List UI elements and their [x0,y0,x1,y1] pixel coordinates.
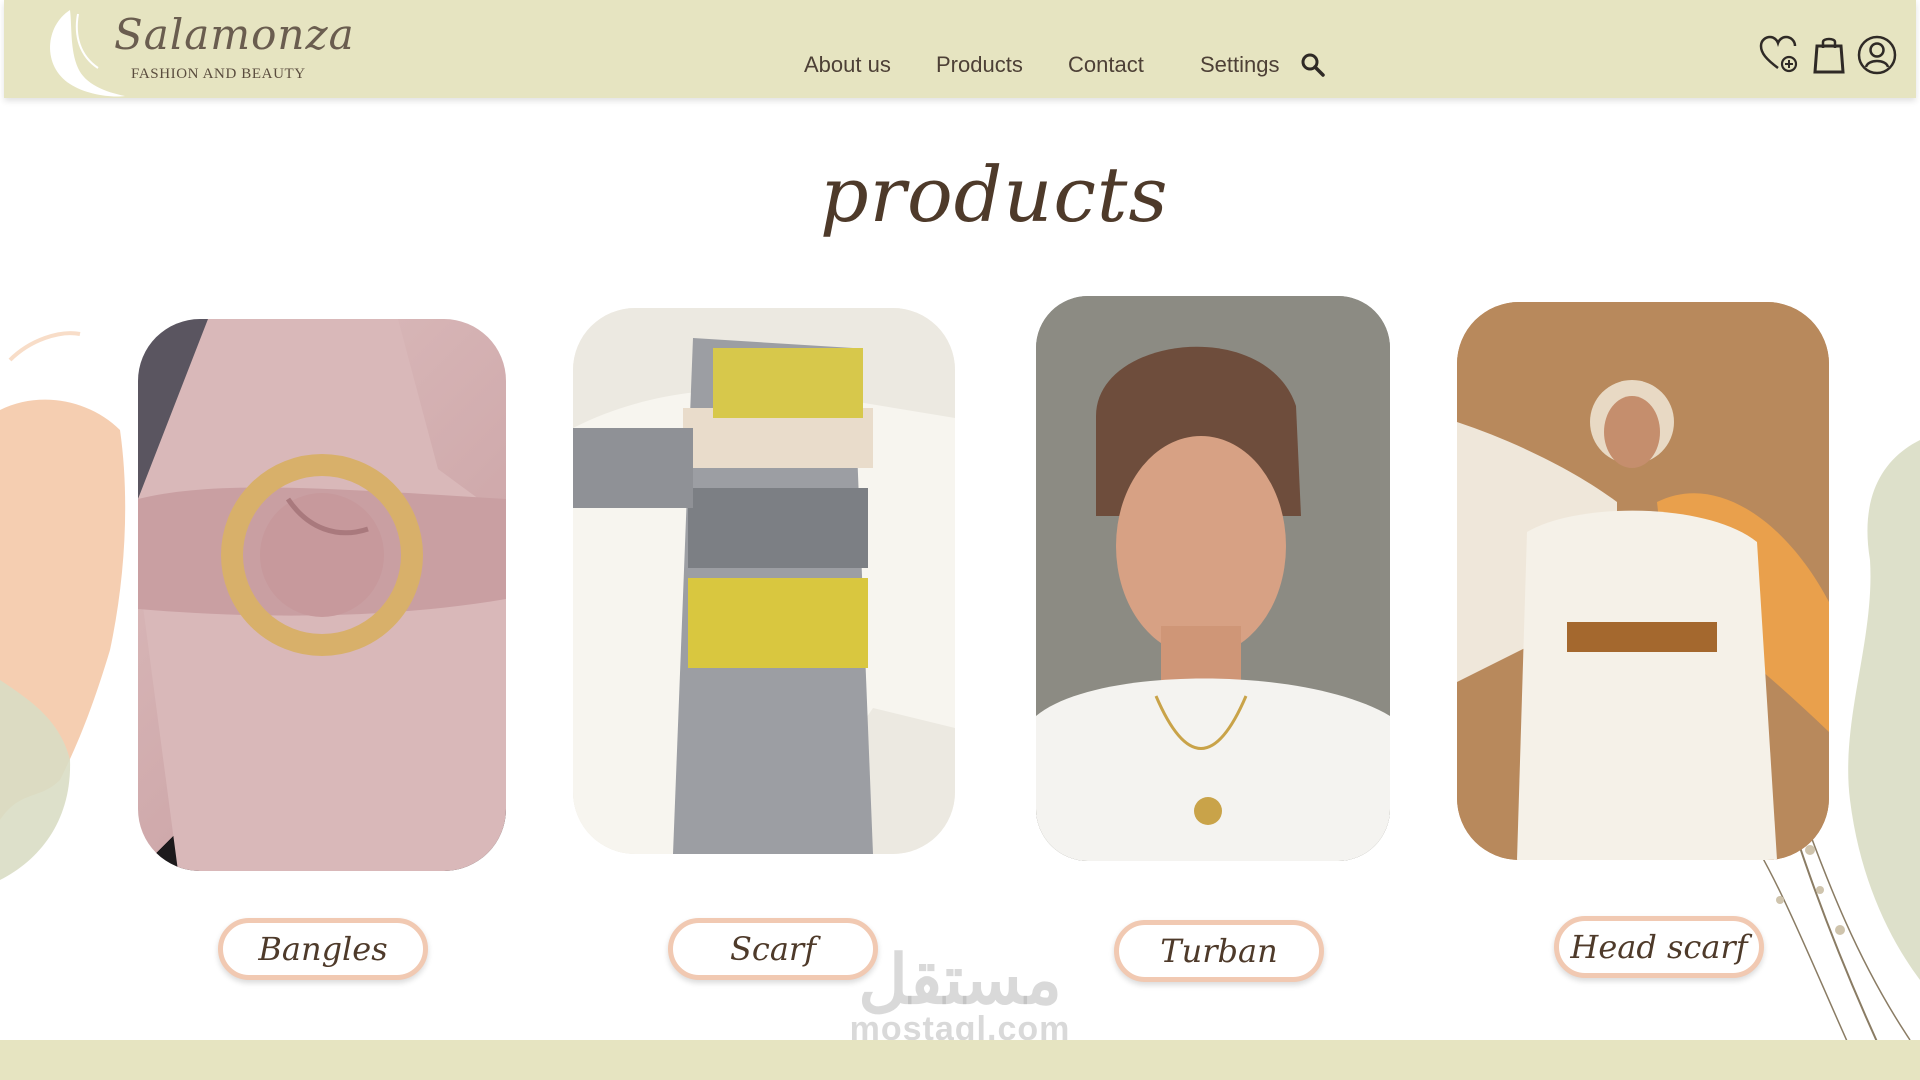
product-image-scarf[interactable] [573,308,955,854]
top-header: Salamonza FASHION AND BEAUTY About us Pr… [4,0,1916,98]
brand-name[interactable]: Salamonza [114,10,355,59]
footer-band [0,1040,1920,1080]
brand-tagline: FASHION AND BEAUTY [131,66,306,82]
product-image-bangles[interactable] [138,319,506,871]
wishlist-heart-icon[interactable] [1758,34,1800,76]
shopping-bag-icon[interactable] [1808,34,1850,76]
nav-products[interactable]: Products [936,52,1023,78]
nav-settings[interactable]: Settings [1200,52,1280,78]
product-image-head-scarf[interactable] [1457,302,1829,860]
product-label-turban[interactable]: Turban [1114,920,1324,982]
product-label-head-scarf[interactable]: Head scarf [1554,916,1764,978]
page-title: products [820,150,1169,239]
user-account-icon[interactable] [1856,34,1898,76]
brand-logo-icon[interactable] [40,6,125,98]
product-image-turban[interactable] [1036,296,1390,861]
mostaql-watermark: مستقل mostaql.com [840,942,1080,1046]
peach-brush-decoration [0,331,126,880]
search-icon[interactable] [1300,52,1326,78]
nav-contact[interactable]: Contact [1068,52,1144,78]
nav-about-us[interactable]: About us [804,52,891,78]
watermark-arabic: مستقل [858,942,1062,1018]
product-label-bangles[interactable]: Bangles [218,918,428,980]
